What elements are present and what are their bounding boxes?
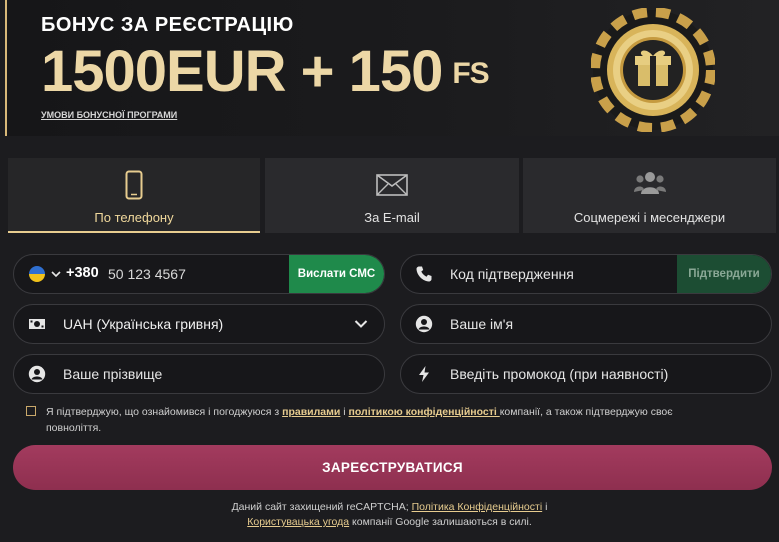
chevron-down-icon xyxy=(354,320,368,328)
currency-value: UAH (Українська гривня) xyxy=(63,316,224,332)
users-icon xyxy=(633,172,666,194)
lightning-icon xyxy=(419,366,429,382)
promo-code-field[interactable]: Введіть промокод (при наявності) xyxy=(400,354,772,394)
privacy-policy-link[interactable]: політикою конфіденційності xyxy=(349,406,500,418)
phone-input[interactable]: 50 123 4567 xyxy=(108,266,186,282)
banknote-icon xyxy=(29,319,45,329)
consent-text-and: і xyxy=(340,406,349,418)
confirmation-code-field[interactable]: Код підтвердження Підтвердити xyxy=(400,254,772,294)
promo-code-placeholder: Введіть промокод (при наявності) xyxy=(450,366,669,382)
confirmation-code-placeholder: Код підтвердження xyxy=(450,266,574,282)
tab-phone[interactable]: По телефону xyxy=(8,158,260,233)
first-name-field[interactable]: Ваше ім'я xyxy=(400,304,772,344)
terms-consent: Я підтверджую, що ознайомився і погоджую… xyxy=(26,404,726,436)
user-icon xyxy=(415,315,433,333)
tab-social-label: Соцмережі і месенджери xyxy=(573,210,726,225)
bonus-amount: 1500EUR + 150 FS xyxy=(41,38,490,105)
google-terms-link[interactable]: Користувацька угода xyxy=(247,516,349,528)
bonus-title: БОНУС ЗА РЕЄСТРАЦІЮ xyxy=(41,14,294,36)
bonus-terms-link[interactable]: УМОВИ БОНУСНОЇ ПРОГРАМИ xyxy=(41,110,177,120)
phone-icon xyxy=(125,170,143,200)
country-code: +380 xyxy=(66,265,99,281)
register-button[interactable]: ЗАРЕЄСТРУВАТИСЯ xyxy=(13,445,772,490)
send-sms-button[interactable]: Вислати СМС xyxy=(289,255,384,293)
user-icon xyxy=(28,365,46,383)
recaptcha-notice: Даний сайт захищений reCAPTCHA; Політика… xyxy=(0,500,779,530)
recaptcha-text-end: компанії Google залишаються в силі. xyxy=(349,516,532,528)
flag-ukraine-icon[interactable] xyxy=(28,265,46,283)
first-name-placeholder: Ваше ім'я xyxy=(450,316,514,332)
phone-handset-icon xyxy=(416,266,432,282)
chevron-down-icon[interactable] xyxy=(51,270,61,278)
tab-email[interactable]: За E-mail xyxy=(265,158,519,233)
recaptcha-text-and: і xyxy=(542,501,548,513)
terms-checkbox[interactable] xyxy=(26,406,36,416)
currency-select[interactable]: UAH (Українська гривня) xyxy=(13,304,385,344)
envelope-icon xyxy=(376,174,408,196)
bonus-amount-value: 1500EUR + 150 xyxy=(41,39,443,104)
casino-chip-gift-icon xyxy=(591,8,715,132)
confirm-button[interactable]: Підтвердити xyxy=(677,255,771,293)
tab-social[interactable]: Соцмережі і месенджери xyxy=(523,158,776,233)
registration-method-tabs: По телефону За E-mail Соцмережі і месенд… xyxy=(8,158,776,233)
rules-link[interactable]: правилами xyxy=(282,406,340,418)
tab-email-label: За E-mail xyxy=(364,210,420,225)
last-name-field[interactable]: Ваше прізвище xyxy=(13,354,385,394)
bonus-amount-suffix: FS xyxy=(452,57,489,90)
google-privacy-link[interactable]: Політика Конфіденційності xyxy=(412,501,543,513)
phone-field: +380 50 123 4567 Вислати СМС xyxy=(13,254,385,294)
recaptcha-text: Даний сайт захищений reCAPTCHA; xyxy=(231,501,412,513)
consent-text: Я підтверджую, що ознайомився і погоджую… xyxy=(46,406,283,418)
last-name-placeholder: Ваше прізвище xyxy=(63,366,163,382)
tab-phone-label: По телефону xyxy=(94,210,174,225)
